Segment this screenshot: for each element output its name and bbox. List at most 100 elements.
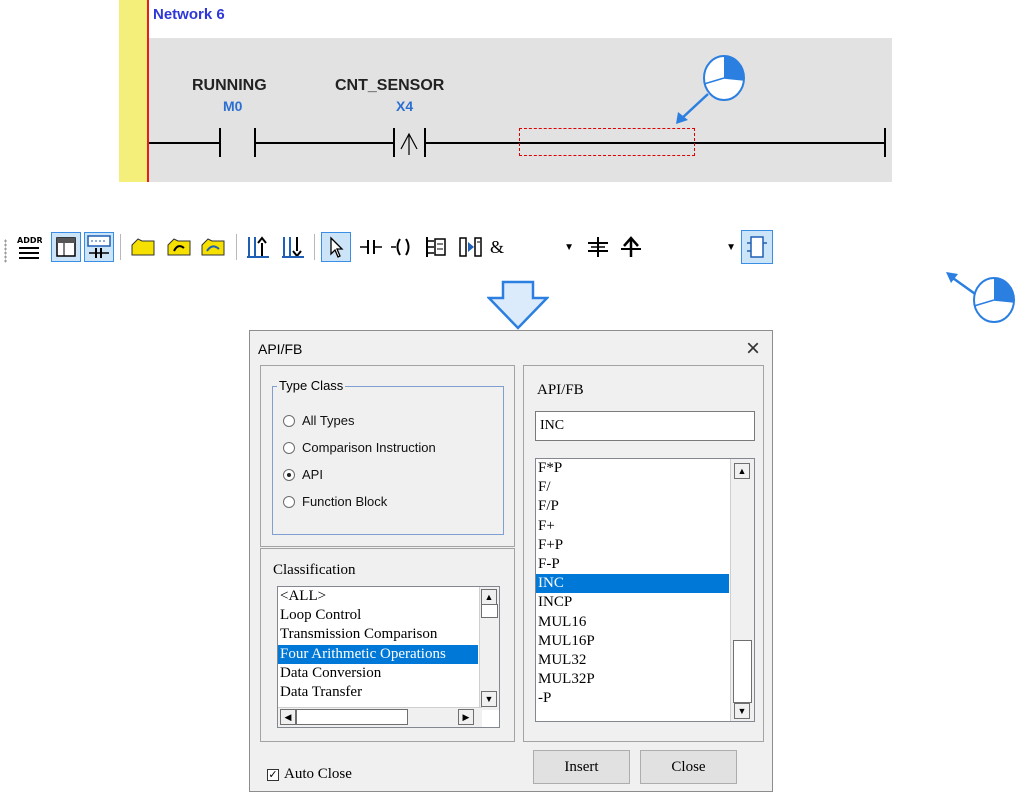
- scroll-up-icon[interactable]: ▲: [734, 463, 750, 479]
- contact-label-cnt-sensor: CNT_SENSOR: [335, 77, 445, 94]
- chevron-down-icon[interactable]: ▼: [564, 242, 574, 253]
- list-item[interactable]: MUL32: [536, 651, 729, 670]
- classification-items: <ALL> Loop Control Transmission Comparis…: [278, 587, 478, 702]
- radio-button[interactable]: [283, 441, 295, 454]
- ladder-block-icon[interactable]: [420, 232, 450, 262]
- radio-button[interactable]: [283, 495, 295, 508]
- toolbar-separator: [120, 234, 121, 260]
- list-item[interactable]: -P: [536, 689, 729, 708]
- folder-mark-icon[interactable]: [164, 232, 194, 262]
- horizontal-scrollbar[interactable]: ◀ ▶: [278, 707, 482, 727]
- list-item[interactable]: Data Transfer: [278, 683, 478, 702]
- toolbar-separator: [236, 234, 237, 260]
- addr-toggle-icon[interactable]: ADDR: [14, 232, 44, 262]
- list-item[interactable]: MUL16: [536, 613, 729, 632]
- scroll-thumb[interactable]: [481, 604, 498, 618]
- type-class-panel: Type Class All Types Comparison Instruct…: [260, 365, 515, 547]
- classification-label: Classification: [273, 562, 356, 578]
- list-item[interactable]: MUL16P: [536, 632, 729, 651]
- step-pie-icon-1: [703, 55, 745, 101]
- scroll-right-icon[interactable]: ▶: [458, 709, 474, 725]
- vertical-scrollbar[interactable]: ▲ ▼: [479, 587, 499, 710]
- radio-all-types[interactable]: All Types: [283, 413, 355, 428]
- logic-dropdown[interactable]: & ▼: [490, 232, 574, 262]
- function-block-icon[interactable]: [741, 230, 773, 264]
- close-button[interactable]: Close: [640, 750, 737, 784]
- selected-cell-box[interactable]: [519, 128, 695, 156]
- radio-button-selected[interactable]: [283, 468, 295, 481]
- list-item[interactable]: F/P: [536, 497, 729, 516]
- contact-running-left-bar[interactable]: [219, 128, 221, 157]
- network-title: Network 6: [153, 6, 225, 23]
- scroll-up-icon[interactable]: ▲: [481, 589, 497, 605]
- api-fb-items: F*P F/ F/P F+ F+P F-P INC INCP MUL16 MUL…: [536, 459, 729, 708]
- radio-function-block[interactable]: Function Block: [283, 494, 387, 509]
- list-item[interactable]: F/: [536, 478, 729, 497]
- ladder-toolbar: ADDR & ▼ ▼: [0, 228, 1000, 272]
- radio-button[interactable]: [283, 414, 295, 427]
- classification-listbox[interactable]: <ALL> Loop Control Transmission Comparis…: [277, 586, 500, 728]
- scroll-left-icon[interactable]: ◀: [280, 709, 296, 725]
- rising-edge-icon: [400, 132, 418, 155]
- list-item[interactable]: F*P: [536, 459, 729, 478]
- pointer-icon[interactable]: [321, 232, 351, 262]
- contact-cnt-left-bar[interactable]: [393, 128, 395, 157]
- contact-device-m0: M0: [223, 98, 243, 114]
- network-body[interactable]: [149, 38, 892, 182]
- auto-close-label: Auto Close: [284, 766, 352, 782]
- list-item-selected[interactable]: Four Arithmetic Operations: [278, 644, 478, 664]
- folder-open-icon[interactable]: [128, 232, 158, 262]
- insert-row-above-icon[interactable]: [243, 232, 273, 262]
- right-power-rail: [884, 128, 886, 157]
- toolbar-separator: [314, 234, 315, 260]
- insert-row-below-icon[interactable]: [278, 232, 308, 262]
- list-item[interactable]: F+: [536, 517, 729, 536]
- ladder-panel-icon[interactable]: [84, 232, 114, 262]
- wire-segment: [149, 142, 220, 144]
- list-item[interactable]: F-P: [536, 555, 729, 574]
- connector-icon[interactable]: [583, 232, 613, 262]
- svg-text:ADDR: ADDR: [17, 236, 42, 245]
- scroll-down-icon[interactable]: ▼: [734, 703, 750, 719]
- window-icon[interactable]: [51, 232, 81, 262]
- radio-label: API: [302, 467, 323, 482]
- type-class-group: [272, 386, 504, 535]
- contact-label-running: RUNNING: [192, 77, 267, 94]
- branch-icon[interactable]: [456, 232, 486, 262]
- scroll-thumb-horizontal[interactable]: [296, 709, 408, 725]
- auto-close-checkbox[interactable]: ✓ Auto Close: [267, 766, 352, 783]
- list-item[interactable]: Data Conversion: [278, 664, 478, 683]
- api-fb-label: API/FB: [537, 382, 584, 398]
- dialog-title: API/FB: [258, 341, 303, 357]
- radio-label: Comparison Instruction: [302, 440, 436, 455]
- ladder-network: Network 6 RUNNING M0 CNT_SENSOR X4: [119, 0, 892, 182]
- contact-icon[interactable]: [356, 232, 386, 262]
- toolbar-grip[interactable]: [4, 239, 7, 263]
- list-item[interactable]: INCP: [536, 593, 729, 612]
- chevron-down-icon[interactable]: ▼: [726, 242, 736, 253]
- folder-mark2-icon[interactable]: [198, 232, 228, 262]
- list-item[interactable]: Loop Control: [278, 606, 478, 625]
- classification-panel: Classification <ALL> Loop Control Transm…: [260, 548, 515, 742]
- list-item[interactable]: F+P: [536, 536, 729, 555]
- list-item-selected[interactable]: INC: [536, 574, 729, 594]
- checkbox-check-icon[interactable]: ✓: [267, 768, 279, 781]
- list-item[interactable]: MUL32P: [536, 670, 729, 689]
- vertical-scrollbar[interactable]: ▲ ▼: [730, 459, 754, 721]
- list-item[interactable]: Transmission Comparison: [278, 625, 478, 644]
- scroll-down-icon[interactable]: ▼: [481, 691, 497, 707]
- insert-button[interactable]: Insert: [533, 750, 630, 784]
- down-arrow-icon: [487, 280, 549, 330]
- type-class-legend: Type Class: [277, 378, 346, 393]
- arrow-dropdown[interactable]: ▼: [650, 232, 736, 262]
- api-fb-input[interactable]: INC: [535, 411, 755, 441]
- radio-label: All Types: [302, 413, 355, 428]
- close-icon[interactable]: ×: [746, 334, 760, 364]
- list-item[interactable]: <ALL>: [278, 587, 478, 606]
- api-fb-listbox[interactable]: F*P F/ F/P F+ F+P F-P INC INCP MUL16 MUL…: [535, 458, 755, 722]
- radio-api[interactable]: API: [283, 467, 323, 482]
- scroll-thumb[interactable]: [733, 640, 752, 703]
- coil-icon[interactable]: [388, 232, 418, 262]
- arrow-up-icon[interactable]: [616, 232, 646, 262]
- radio-comparison-instruction[interactable]: Comparison Instruction: [283, 440, 436, 455]
